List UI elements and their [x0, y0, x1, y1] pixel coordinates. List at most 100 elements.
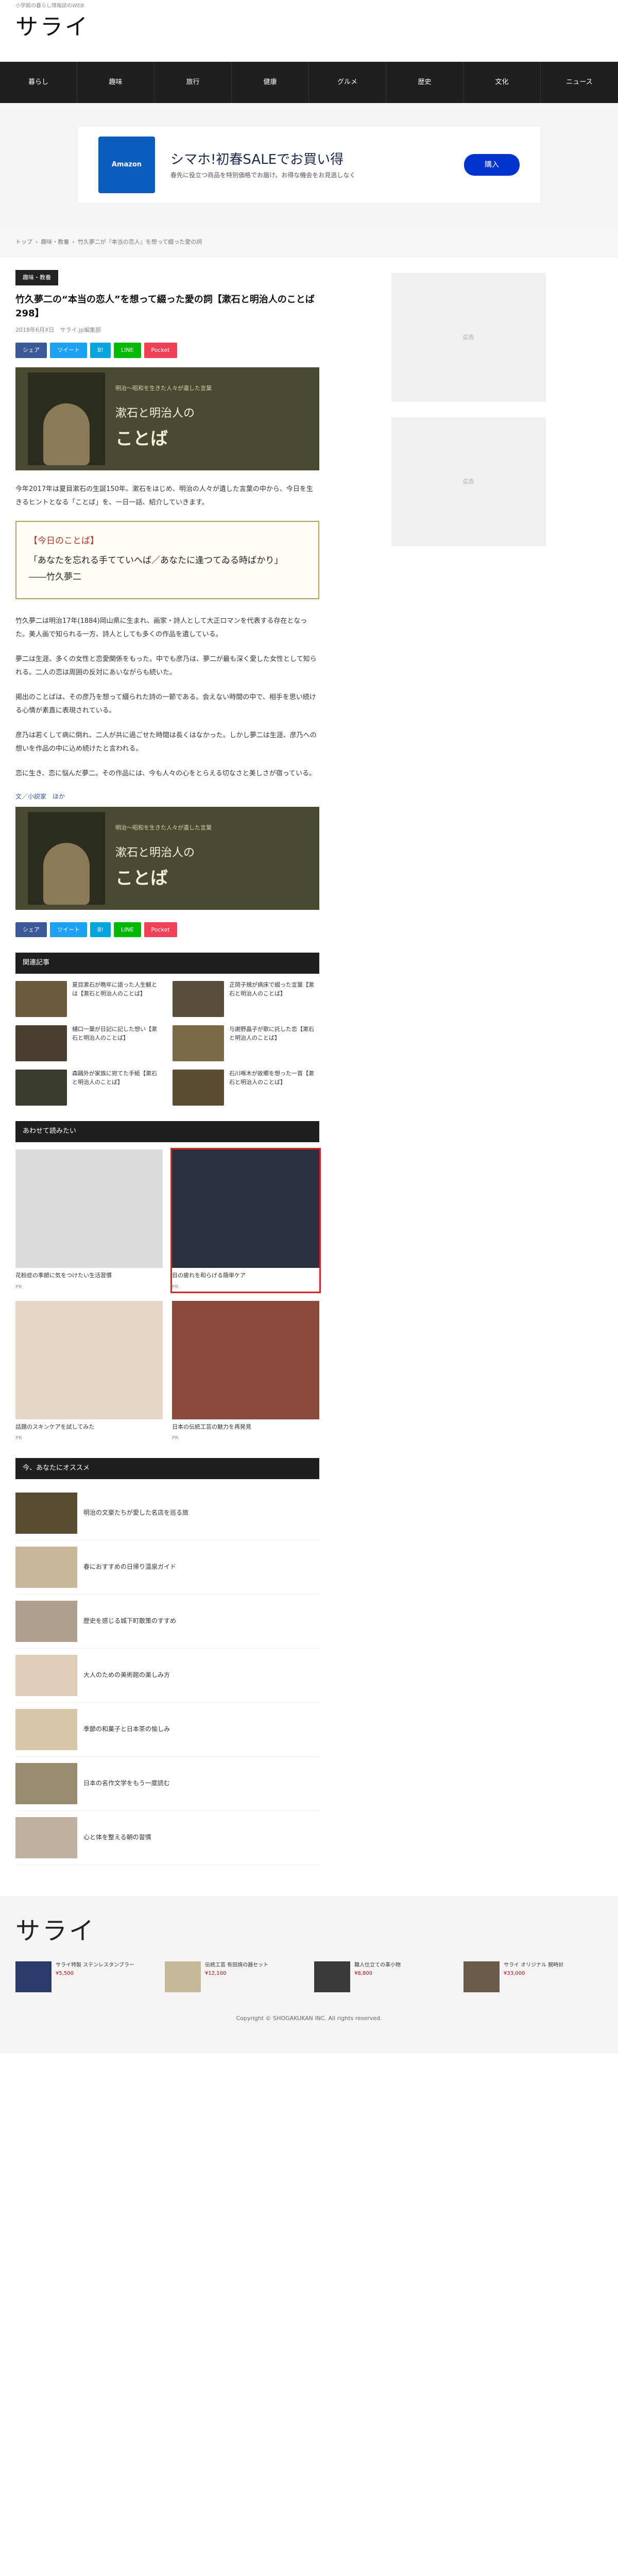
related-thumbnail	[173, 1070, 224, 1106]
author-credit[interactable]: 文／小説家 ほか	[15, 792, 319, 802]
recommend-heading: 今、あなたにオススメ	[15, 1458, 319, 1479]
photo-card[interactable]: 日本の伝統工芸の魅力を再発見 PR	[172, 1300, 319, 1443]
nav-item[interactable]: 健康	[232, 62, 309, 103]
series-banner-bottom: 明治〜昭和を生きた人々が遺した言葉 漱石と明治人の ことば	[15, 806, 319, 910]
recommend-item[interactable]: 春におすすめの日帰り温泉ガイド	[15, 1540, 319, 1595]
footer-product-grid: サライ特製 ステンレスタンブラー ¥5,500 伝統工芸 有田焼の器セット ¥12,…	[15, 1961, 603, 1998]
share-bar: シェア ツイート B! LINE Pocket	[15, 343, 319, 358]
nav-item[interactable]: 旅行	[154, 62, 232, 103]
global-nav: 暮らし 趣味 旅行 健康 グルメ 歴史 文化 ニュース	[0, 62, 618, 103]
quote-box: 【今日のことば】 「あなたを忘れる手てていへば／あなたに逢つてゐる時ばかり」 ―…	[15, 520, 319, 599]
share-facebook-button[interactable]: シェア	[15, 343, 47, 358]
related-thumbnail	[15, 1070, 67, 1106]
footer-product[interactable]: 伝統工芸 有田焼の器セット ¥12,100	[165, 1961, 304, 1992]
ad-brand: Amazon	[98, 137, 155, 193]
photo-card[interactable]: 花粉症の季節に気をつけたい生活習慣 PR	[15, 1149, 163, 1292]
portrait-image	[28, 811, 105, 905]
related-item[interactable]: 与謝野晶子が歌に託した恋【漱石と明治人のことば】	[173, 1025, 319, 1062]
article-meta: 2018年6月X日 サライ.jp編集部	[15, 326, 101, 333]
top-ad-area: Amazon シマホ!初春SALEでお買い得 春先に役立つ商品を特別価格でお届け…	[0, 103, 618, 227]
recommend-item[interactable]: 季節の和菓子と日本茶の愉しみ	[15, 1703, 319, 1757]
photo-grid: 花粉症の季節に気をつけたい生活習慣 PR 目の疲れを和らげる簡単ケア PR 話題…	[15, 1147, 321, 1443]
photo-card[interactable]: 話題のスキンケアを試してみた PR	[15, 1300, 163, 1443]
article-body: 今年2017年は夏目漱石の生誕150年。漱石をはじめ、明治の人々が遺した言葉の中…	[15, 483, 319, 802]
related-item[interactable]: 石川啄木が故郷を想った一首【漱石と明治人のことば】	[173, 1070, 319, 1106]
quote-heading: 【今日のことば】	[29, 535, 99, 546]
share-facebook-button[interactable]: シェア	[15, 922, 47, 938]
sidebar-ad[interactable]: 広告	[391, 417, 546, 546]
recommend-item[interactable]: 明治の文豪たちが愛した名店を巡る旅	[15, 1486, 319, 1540]
series-banner: 明治〜昭和を生きた人々が遺した言葉 漱石と明治人の ことば	[15, 367, 319, 470]
breadcrumb-item: 竹久夢二が『本当の恋人』を想って綴った愛の詞	[77, 239, 202, 246]
sidebar-ad[interactable]: 広告	[391, 273, 546, 402]
photo-heading: あわせて読みたい	[15, 1121, 319, 1142]
footer-product[interactable]: サライ特製 ステンレスタンブラー ¥5,500	[15, 1961, 154, 1992]
banner-tagline: 明治〜昭和を生きた人々が遺した言葉	[115, 824, 212, 832]
quote-text: 「あなたを忘れる手てていへば／あなたに逢つてゐる時ばかり」	[29, 555, 283, 566]
nav-item[interactable]: 歴史	[386, 62, 464, 103]
nav-item[interactable]: ニュース	[541, 62, 618, 103]
share-twitter-button[interactable]: ツイート	[50, 922, 87, 938]
photo-card[interactable]: 目の疲れを和らげる簡単ケア PR	[170, 1147, 321, 1293]
share-hatena-button[interactable]: B!	[90, 922, 111, 938]
recommend-thumbnail	[15, 1600, 77, 1642]
share-twitter-button[interactable]: ツイート	[50, 343, 87, 358]
recommend-thumbnail	[15, 1654, 77, 1696]
related-thumbnail	[173, 981, 224, 1018]
recommend-item[interactable]: 日本の名作文学をもう一度読む	[15, 1757, 319, 1811]
breadcrumb-separator: ›	[36, 239, 38, 246]
footer-logo[interactable]: サライ	[15, 1911, 603, 1951]
recommend-thumbnail	[15, 1762, 77, 1804]
site-logo[interactable]: サライ	[15, 9, 90, 45]
related-list: 夏目漱石が晩年に語った人生観とは【漱石と明治人のことば】 正岡子規が病床で綴った…	[15, 981, 319, 1106]
share-hatena-button[interactable]: B!	[90, 343, 111, 358]
recommend-item[interactable]: 大人のための美術館の楽しみ方	[15, 1649, 319, 1703]
copyright: Copyright © SHOGAKUKAN INC. All rights r…	[236, 2014, 382, 2022]
recommend-thumbnail	[15, 1817, 77, 1858]
nav-item[interactable]: グルメ	[309, 62, 386, 103]
article-paragraph: 夢二は生涯、多くの女性と恋愛関係をもった。中でも彦乃は、夢二が最も深く愛した女性…	[15, 655, 317, 676]
ad-card[interactable]: Amazon シマホ!初春SALEでお買い得 春先に役立つ商品を特別価格でお届け…	[77, 126, 541, 204]
ad-title: シマホ!初春SALEでお買い得	[170, 151, 344, 167]
article-intro: 今年2017年は夏目漱石の生誕150年。漱石をはじめ、明治の人々が遺した言葉の中…	[15, 485, 313, 506]
recommend-list: 明治の文豪たちが愛した名店を巡る旅 春におすすめの日帰り温泉ガイド 歴史を感じる…	[15, 1486, 319, 1865]
article-paragraph: 竹久夢二は明治17年(1884)岡山県に生まれ、画家・詩人として大正ロマンを代表…	[15, 617, 307, 638]
share-bar-bottom: シェア ツイート B! LINE Pocket	[15, 922, 319, 938]
nav-item[interactable]: 暮らし	[0, 62, 77, 103]
product-thumbnail	[15, 1961, 52, 1992]
product-thumbnail	[314, 1961, 350, 1992]
nav-item[interactable]: 文化	[464, 62, 541, 103]
ad-button[interactable]: 購入	[464, 154, 520, 176]
breadcrumb-item[interactable]: トップ	[15, 238, 32, 247]
portrait-image	[28, 372, 105, 465]
breadcrumb: トップ › 趣味・教養 › 竹久夢二が『本当の恋人』を想って綴った愛の詞	[0, 227, 618, 258]
photo-image	[15, 1300, 163, 1419]
footer-product[interactable]: サライ オリジナル 腕時計 ¥33,000	[464, 1961, 603, 1992]
article-paragraph: 掲出のことばは、その彦乃を想って綴られた詩の一節である。会えない時間の中で、相手…	[15, 693, 316, 715]
quote-author: ――竹久夢二	[29, 572, 81, 583]
recommend-item[interactable]: 心と体を整える朝の習慣	[15, 1811, 319, 1865]
recommend-thumbnail	[15, 1492, 77, 1534]
banner-tagline: 明治〜昭和を生きた人々が遺した言葉	[115, 385, 212, 392]
product-thumbnail	[464, 1961, 500, 1992]
product-thumbnail	[165, 1961, 201, 1992]
banner-title: 漱石と明治人の ことば	[115, 846, 195, 889]
related-item[interactable]: 夏目漱石が晩年に語った人生観とは【漱石と明治人のことば】	[15, 981, 162, 1018]
share-pocket-button[interactable]: Pocket	[144, 343, 177, 358]
share-line-button[interactable]: LINE	[113, 922, 141, 938]
category-badge[interactable]: 趣味・教養	[15, 270, 58, 285]
nav-item[interactable]: 趣味	[77, 62, 154, 103]
footer-product[interactable]: 職人仕立ての革小物 ¥8,800	[314, 1961, 453, 1992]
article-paragraph: 恋に生き、恋に悩んだ夢二。その作品には、今も人々の心をとらえる切なさと美しさが宿…	[15, 769, 316, 777]
share-line-button[interactable]: LINE	[113, 343, 141, 358]
ad-subtitle: 春先に役立つ商品を特別価格でお届け。お得な機会をお見逃しなく	[170, 172, 356, 179]
recommend-thumbnail	[15, 1546, 77, 1588]
article-paragraph: 彦乃は若くして病に倒れ、二人が共に過ごせた時間は長くはなかった。しかし夢二は生涯…	[15, 731, 317, 753]
related-item[interactable]: 樋口一葉が日記に記した想い【漱石と明治人のことば】	[15, 1025, 162, 1062]
banner-title: 漱石と明治人の ことば	[115, 406, 195, 450]
recommend-item[interactable]: 歴史を感じる城下町散策のすすめ	[15, 1595, 319, 1649]
share-pocket-button[interactable]: Pocket	[144, 922, 177, 938]
related-item[interactable]: 森鷗外が家族に宛てた手紙【漱石と明治人のことば】	[15, 1070, 162, 1106]
breadcrumb-item[interactable]: 趣味・教養	[41, 238, 69, 247]
related-item[interactable]: 正岡子規が病床で綴った言葉【漱石と明治人のことば】	[173, 981, 319, 1018]
